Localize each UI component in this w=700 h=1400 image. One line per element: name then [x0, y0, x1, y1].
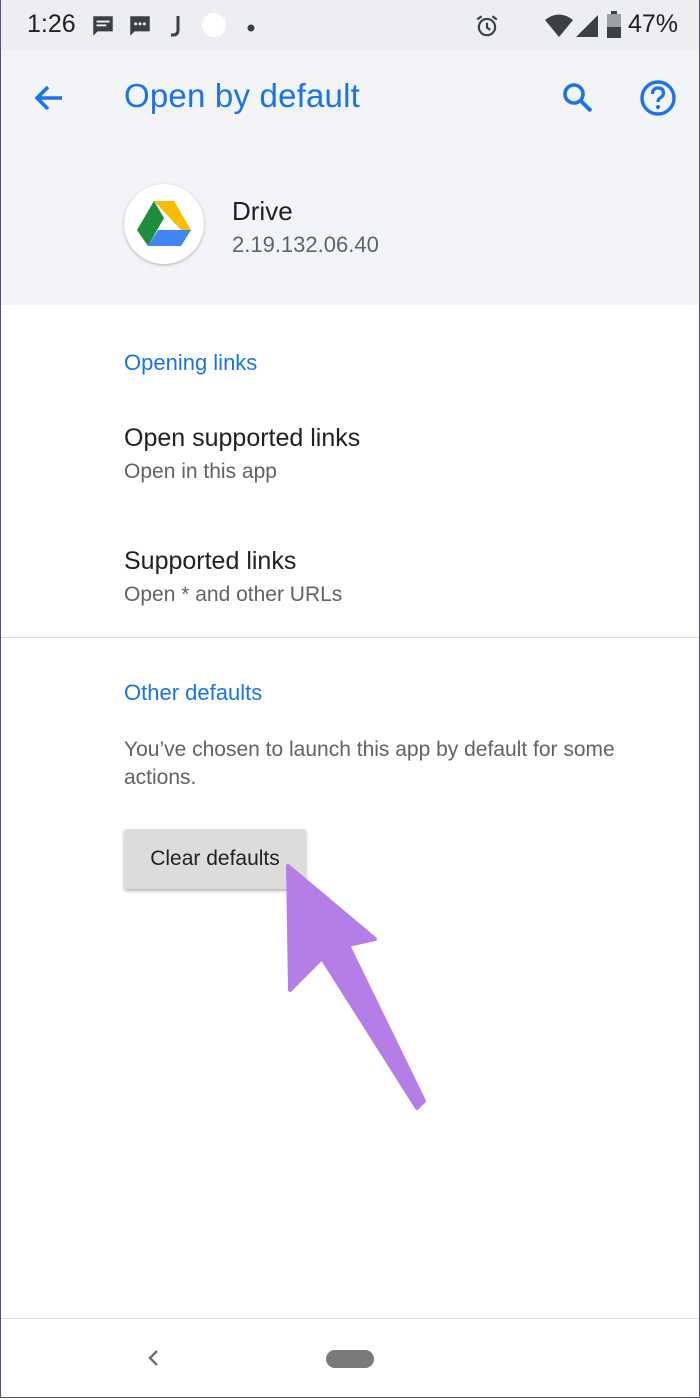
pref-supported-links[interactable]: Supported links Open * and other URLs — [0, 547, 700, 637]
page-title: Open by default — [124, 77, 360, 114]
dot-icon — [246, 20, 256, 38]
status-bar: 1:26 47% — [0, 0, 700, 50]
wifi-icon — [544, 13, 574, 44]
section-title-other-defaults: Other defaults — [124, 680, 263, 705]
back-button[interactable] — [28, 76, 72, 120]
pref-summary: Open * and other URLs — [124, 583, 343, 606]
help-icon — [640, 80, 676, 116]
navigation-bar — [0, 1318, 700, 1400]
j-icon — [168, 13, 184, 44]
search-button[interactable] — [556, 76, 600, 120]
app-name: Drive — [232, 196, 293, 226]
section-divider — [0, 637, 700, 638]
pref-open-supported-links[interactable]: Open supported links Open in this app — [0, 424, 700, 514]
app-icon — [124, 184, 204, 264]
pref-title: Open supported links — [124, 424, 361, 452]
other-defaults-description: You’ve chosen to launch this app by defa… — [124, 738, 615, 789]
clear-defaults-button[interactable]: Clear defaults — [124, 829, 306, 889]
nav-back-button[interactable] — [138, 1343, 168, 1373]
circle-icon — [201, 12, 227, 43]
signal-icon — [574, 13, 600, 44]
section-title-opening-links: Opening links — [124, 350, 258, 375]
arrow-back-icon — [34, 85, 62, 111]
google-drive-icon — [137, 201, 191, 246]
home-pill-icon[interactable] — [326, 1350, 374, 1368]
status-time: 1:26 — [27, 10, 76, 38]
message-icon — [90, 13, 116, 44]
pref-title: Supported links — [124, 547, 297, 575]
pref-summary: Open in this app — [124, 460, 277, 483]
battery-icon — [606, 11, 622, 44]
app-version: 2.19.132.06.40 — [232, 232, 379, 257]
help-button[interactable] — [636, 76, 680, 120]
nav-back-icon — [148, 1350, 158, 1366]
battery-percent: 47% — [627, 10, 678, 38]
alarm-icon — [474, 13, 500, 44]
search-icon — [563, 83, 593, 113]
chat-icon — [127, 13, 153, 44]
